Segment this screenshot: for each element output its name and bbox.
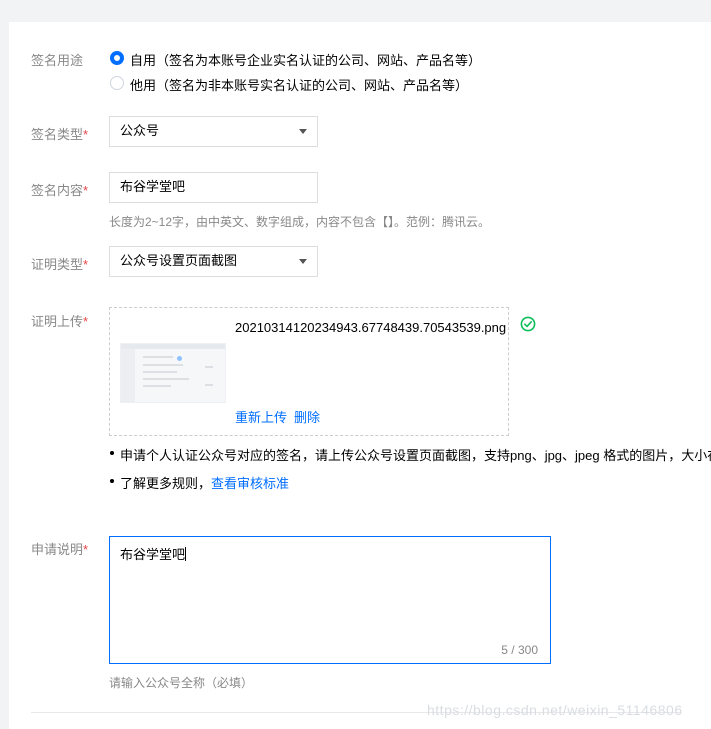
purpose-label: 签名用途: [31, 53, 84, 68]
review-standard-link[interactable]: 查看审核标准: [211, 476, 289, 491]
purpose-self-radio[interactable]: [110, 51, 124, 65]
sign-type-value: 公众号: [120, 123, 160, 138]
sign-content-input[interactable]: 布谷学堂吧: [109, 172, 318, 203]
upload-tip-rules: 了解更多规则，查看审核标准: [120, 473, 289, 492]
sign-type-select[interactable]: 公众号: [109, 116, 318, 147]
sign-content-value: 布谷学堂吧: [120, 179, 186, 194]
required-mark: *: [83, 542, 89, 557]
watermark: https://blog.csdn.net/weixin_51146806: [427, 702, 683, 718]
required-mark: *: [83, 183, 89, 198]
required-mark: *: [83, 127, 89, 142]
check-circle-icon: [520, 316, 536, 332]
text-cursor: [185, 547, 187, 561]
sign-content-label: 签名内容*: [31, 183, 89, 198]
description-label: 申请说明*: [31, 542, 89, 557]
chevron-down-icon: [299, 259, 307, 264]
description-value: 布谷学堂吧: [120, 547, 187, 562]
uploaded-image-thumbnail: [120, 343, 226, 403]
description-hint: 请输入公众号全称（必填）: [109, 676, 254, 690]
purpose-other-radio[interactable]: [110, 76, 124, 90]
required-mark: *: [83, 314, 89, 329]
required-mark: *: [83, 257, 89, 272]
sign-content-hint: 长度为2~12字，由中英文、数字组成，内容不包含【】。范例：腾讯云。: [109, 215, 491, 229]
chevron-down-icon: [299, 129, 307, 134]
description-textarea[interactable]: 布谷学堂吧 5 / 300: [109, 536, 551, 664]
sign-type-label: 签名类型*: [31, 127, 89, 142]
bullet-dot: [110, 479, 114, 483]
cert-type-label: 证明类型*: [31, 257, 89, 272]
uploaded-file-name: 20210314120234943.67748439.70543539.png: [235, 320, 507, 335]
cert-type-value: 公众号设置页面截图: [120, 253, 238, 268]
cert-type-select[interactable]: 公众号设置页面截图: [109, 246, 318, 277]
bullet-dot: [110, 451, 114, 455]
rules-prefix: 了解更多规则，: [120, 476, 212, 491]
delete-link[interactable]: 删除: [294, 407, 320, 426]
upload-tip-size: 申请个人认证公众号对应的签名，请上传公众号设置页面截图，支持png、jpg、jp…: [120, 448, 711, 463]
purpose-other-option-label[interactable]: 他用（签名为非本账号实名认证的公司、网站、产品名等）: [130, 75, 468, 94]
char-counter: 5 / 300: [501, 643, 538, 657]
purpose-self-option-label[interactable]: 自用（签名为本账号企业实名认证的公司、网站、产品名等）: [130, 50, 481, 69]
cert-upload-label: 证明上传*: [31, 314, 89, 329]
reupload-link[interactable]: 重新上传: [235, 407, 287, 426]
